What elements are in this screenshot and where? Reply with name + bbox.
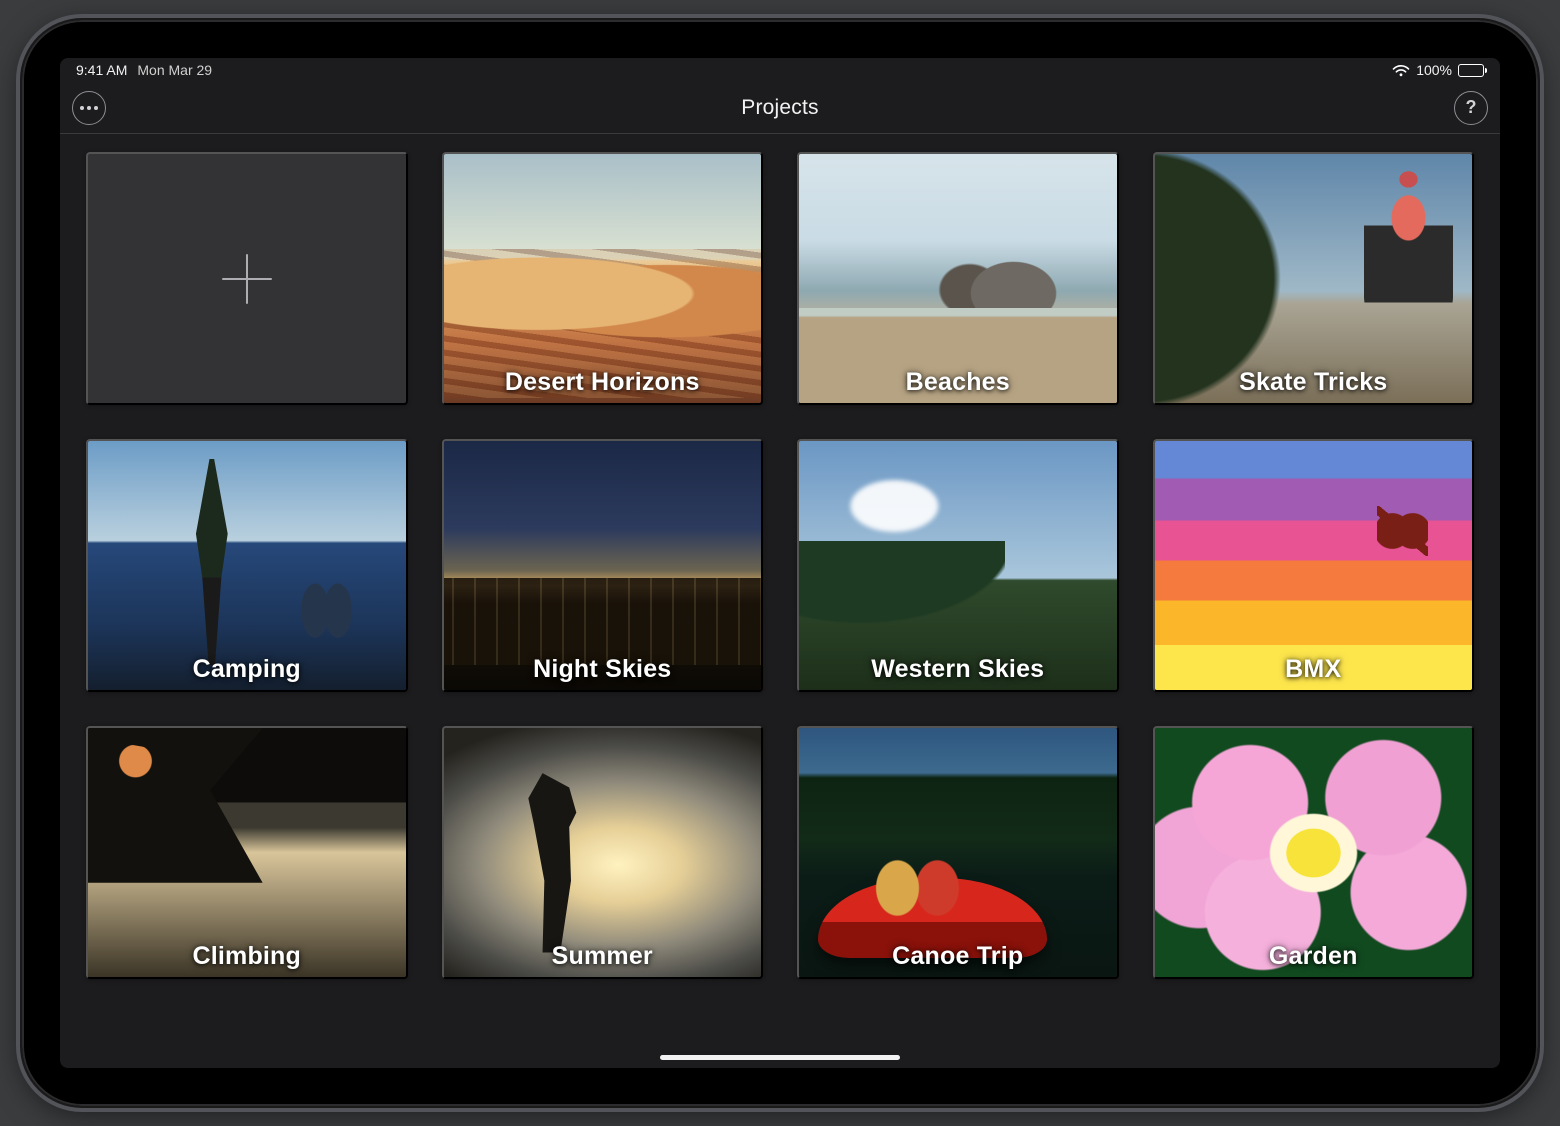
projects-scroll[interactable]: Desert Horizons Beaches Skate Tricks Cam… [60,134,1500,1068]
project-tile[interactable]: Western Skies [797,439,1119,692]
project-thumbnail [799,728,1117,977]
project-title: Night Skies [444,655,762,684]
more-button[interactable] [72,91,106,125]
home-indicator[interactable] [660,1055,900,1060]
project-thumbnail [1155,728,1473,977]
project-tile[interactable]: Garden [1153,726,1475,979]
help-button[interactable]: ? [1454,91,1488,125]
project-title: Garden [1155,942,1473,971]
project-title: BMX [1155,655,1473,684]
project-title: Skate Tricks [1155,368,1473,397]
project-tile[interactable]: BMX [1153,439,1475,692]
status-bar: 9:41 AM Mon Mar 29 100% [60,58,1500,82]
status-time: 9:41 AM [76,62,127,78]
project-thumbnail [444,728,762,977]
status-date: Mon Mar 29 [137,62,212,78]
projects-grid: Desert Horizons Beaches Skate Tricks Cam… [86,152,1474,979]
project-tile[interactable]: Beaches [797,152,1119,405]
project-thumbnail [88,441,406,690]
nav-bar: Projects ? [60,82,1500,134]
project-tile[interactable]: Climbing [86,726,408,979]
new-project-button[interactable] [86,152,408,405]
question-icon: ? [1466,97,1477,118]
project-title: Summer [444,942,762,971]
project-thumbnail [444,154,762,403]
project-tile[interactable]: Skate Tricks [1153,152,1475,405]
project-thumbnail [799,441,1117,690]
project-title: Climbing [88,942,406,971]
project-tile[interactable]: Summer [442,726,764,979]
project-thumbnail [88,728,406,977]
project-tile[interactable]: Canoe Trip [797,726,1119,979]
project-thumbnail [1155,441,1473,690]
page-title: Projects [106,96,1454,120]
project-thumbnail [1155,154,1473,403]
project-title: Desert Horizons [444,368,762,397]
status-battery-pct: 100% [1416,62,1452,78]
battery-icon [1458,64,1484,77]
project-tile[interactable]: Night Skies [442,439,764,692]
project-title: Western Skies [799,655,1117,684]
screen: 9:41 AM Mon Mar 29 100% [60,58,1500,1068]
wifi-icon [1392,64,1410,77]
project-thumbnail [799,154,1117,403]
ipad-device-frame: 9:41 AM Mon Mar 29 100% [22,20,1538,1106]
project-thumbnail [444,441,762,690]
project-title: Camping [88,655,406,684]
project-title: Beaches [799,368,1117,397]
ellipsis-icon [80,106,98,110]
project-title: Canoe Trip [799,942,1117,971]
project-tile[interactable]: Camping [86,439,408,692]
plus-icon [215,247,279,311]
project-tile[interactable]: Desert Horizons [442,152,764,405]
